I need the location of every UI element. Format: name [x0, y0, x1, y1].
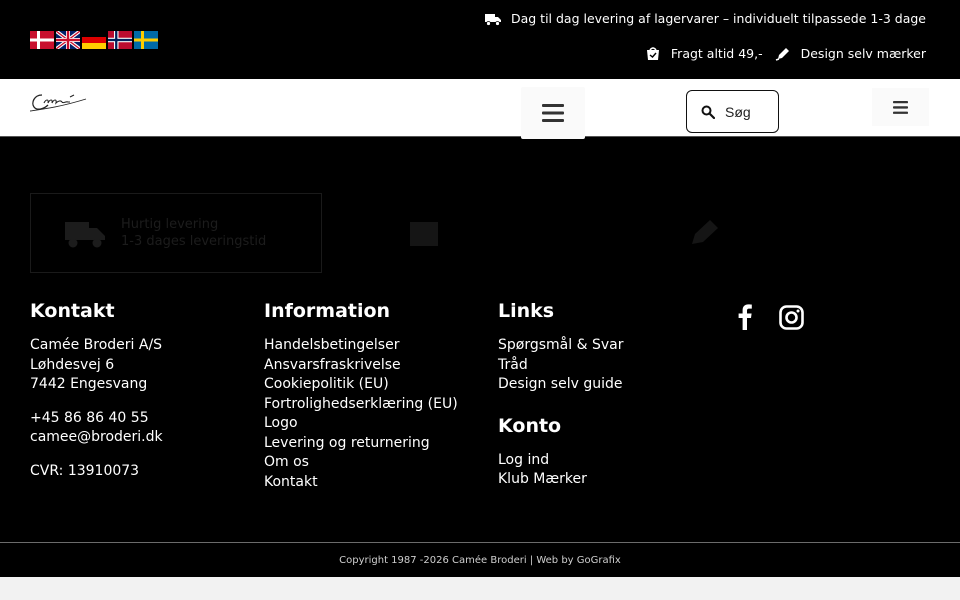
- flag-no-icon[interactable]: [108, 31, 132, 49]
- site-header: [0, 79, 960, 139]
- kontakt-title: Kontakt: [30, 300, 115, 322]
- search-box[interactable]: [686, 90, 779, 133]
- truck-icon: [65, 222, 105, 248]
- copyright: Copyright 1987 -2026 Camée Broderi | Web…: [339, 555, 621, 566]
- facebook-icon: [738, 304, 752, 330]
- footer-kontakt: Kontakt Camée Broderi A/S Løhdesvej 6 74…: [30, 300, 163, 481]
- top-bar: Dag til dag levering af lagervarer – ind…: [0, 0, 960, 79]
- email-link[interactable]: camee@broderi.dk: [30, 428, 163, 448]
- link-fortrolighed[interactable]: Fortrolighedserklæring (EU): [264, 395, 458, 415]
- facebook-link[interactable]: [732, 303, 758, 331]
- footer-information: Information Handelsbetingelser Ansvarsfr…: [264, 300, 458, 492]
- information-title: Information: [264, 300, 391, 322]
- box-icon: [410, 222, 438, 246]
- feature-delivery: Hurtig levering 1-3 dages leveringstid: [30, 193, 322, 273]
- footer-konto: Konto Log ind Klub Mærker: [498, 415, 623, 490]
- delivery-text: Dag til dag levering af lagervarer – ind…: [510, 11, 926, 26]
- shipping-box-icon: [646, 46, 659, 60]
- secondary-promos: Fragt altid 49,- Design selv mærker: [645, 46, 926, 61]
- footer-links: Links Spørgsmål & Svar Tråd Design selv …: [498, 300, 623, 490]
- link-traad[interactable]: Tråd: [498, 356, 623, 376]
- bottom-strip: [0, 577, 960, 600]
- link-handelsbetingelser[interactable]: Handelsbetingelser: [264, 336, 458, 356]
- link-levering[interactable]: Levering og returnering: [264, 434, 458, 454]
- camee-logo[interactable]: [30, 89, 88, 115]
- phone-link[interactable]: +45 86 86 40 55: [30, 409, 163, 429]
- search-icon[interactable]: [701, 105, 715, 119]
- delivery-promo: Dag til dag levering af lagervarer – ind…: [484, 11, 926, 26]
- secondary-menu-button[interactable]: [872, 88, 929, 126]
- link-logo[interactable]: Logo: [264, 414, 458, 434]
- copyright-bar: Copyright 1987 -2026 Camée Broderi | Web…: [0, 542, 960, 577]
- instagram-link[interactable]: [778, 303, 804, 331]
- feature-strip: Hurtig levering 1-3 dages leveringstid: [30, 193, 930, 273]
- feature-pen: [640, 193, 930, 273]
- flag-uk-icon[interactable]: [56, 31, 80, 49]
- hamburger-icon: [542, 104, 564, 122]
- link-kontakt[interactable]: Kontakt: [264, 473, 458, 493]
- link-design-guide[interactable]: Design selv guide: [498, 375, 623, 395]
- flag-de-icon[interactable]: [82, 31, 106, 49]
- city-address: 7442 Engesvang: [30, 376, 148, 392]
- link-cookiepolitik[interactable]: Cookiepolitik (EU): [264, 375, 458, 395]
- link-log-ind[interactable]: Log ind: [498, 451, 623, 471]
- link-ansvarsfraskrivelse[interactable]: Ansvarsfraskrivelse: [264, 356, 458, 376]
- feature-delivery-text: Hurtig levering 1-3 dages leveringstid: [121, 217, 267, 249]
- cvr-number: CVR: 13910073: [30, 462, 140, 479]
- feature-box: [336, 193, 626, 273]
- gografix-link[interactable]: GoGrafix: [577, 555, 621, 566]
- flag-dk-icon[interactable]: [30, 31, 54, 49]
- link-klub-maerker[interactable]: Klub Mærker: [498, 470, 623, 490]
- copyright-text: Copyright 1987 -2026 Camée Broderi | Web…: [339, 554, 577, 566]
- flag-se-icon[interactable]: [134, 31, 158, 49]
- pen-icon: [775, 47, 789, 61]
- street-address: Løhdesvej 6: [30, 356, 115, 373]
- design-promo[interactable]: Design selv mærker: [775, 46, 926, 61]
- shipping-text: Fragt altid 49,-: [670, 46, 763, 61]
- main-menu-button[interactable]: [521, 87, 585, 139]
- hamburger-icon: [893, 100, 908, 114]
- social-links: [732, 303, 804, 331]
- instagram-icon: [778, 304, 804, 330]
- link-om-os[interactable]: Om os: [264, 453, 458, 473]
- link-faq[interactable]: Spørgsmål & Svar: [498, 336, 623, 356]
- truck-icon: [484, 13, 501, 26]
- company-name: Camée Broderi A/S: [30, 337, 163, 353]
- konto-title: Konto: [498, 414, 562, 437]
- pen-icon: [692, 220, 718, 244]
- search-input[interactable]: [725, 103, 755, 120]
- language-flags: [30, 31, 158, 49]
- design-text: Design selv mærker: [800, 46, 926, 61]
- links-title: Links: [498, 300, 555, 322]
- shipping-promo: Fragt altid 49,-: [645, 46, 763, 61]
